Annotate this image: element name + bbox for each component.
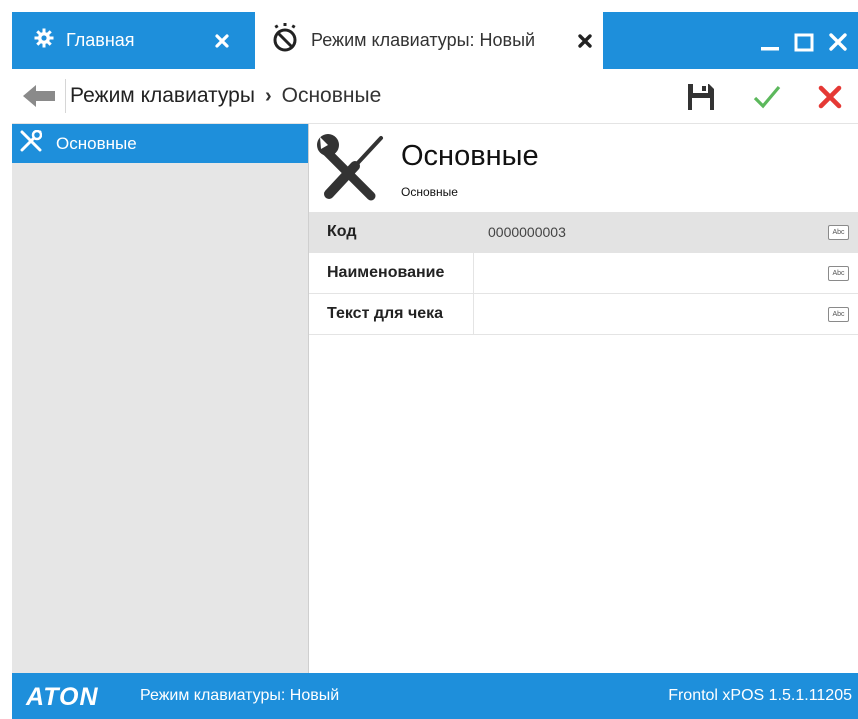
main-panel: Основные Основные Код 0000000003 Abc Наи… bbox=[309, 124, 858, 673]
breadcrumb-toolbar: Режим клавиатуры › Основные bbox=[12, 69, 858, 124]
breadcrumb-current: Основные bbox=[281, 84, 382, 107]
field-row-naimenovanie: Наименование Abc bbox=[309, 253, 858, 294]
tools-icon bbox=[315, 132, 389, 206]
tools-icon bbox=[20, 129, 43, 157]
field-row-tekst-dlya-cheka: Текст для чека Abc bbox=[309, 294, 858, 335]
tab-home-close-icon[interactable] bbox=[210, 29, 234, 53]
field-value-kod[interactable]: 0000000003 bbox=[474, 224, 858, 240]
save-icon[interactable] bbox=[685, 81, 717, 113]
tab-home[interactable]: Главная bbox=[12, 12, 240, 69]
tab-keyboard-mode[interactable]: Режим клавиатуры: Новый bbox=[255, 12, 603, 69]
field-label-tekst-dlya-cheka: Текст для чека bbox=[309, 294, 474, 334]
minimize-icon[interactable] bbox=[758, 30, 782, 54]
apply-checkmark-icon[interactable] bbox=[751, 81, 783, 113]
section-header: Основные Основные bbox=[309, 124, 858, 212]
close-window-icon[interactable] bbox=[826, 30, 850, 54]
title-bar: Главная Режим клавиатуры: Новый bbox=[12, 12, 858, 69]
app-window: Главная Режим клавиатуры: Новый Режим кл… bbox=[0, 0, 858, 719]
abc-keyboard-icon[interactable]: Abc bbox=[828, 266, 849, 281]
section-subtitle: Основные bbox=[401, 185, 458, 199]
breadcrumb: Режим клавиатуры › Основные bbox=[70, 84, 381, 108]
back-arrow-icon[interactable] bbox=[22, 84, 56, 108]
aton-logo: ATON bbox=[26, 683, 99, 711]
timer-off-icon bbox=[271, 23, 299, 58]
field-label-kod: Код bbox=[309, 212, 474, 252]
field-row-kod: Код 0000000003 Abc bbox=[309, 212, 858, 253]
field-label-naimenovanie: Наименование bbox=[309, 253, 474, 293]
status-bar: ATON Режим клавиатуры: Новый Frontol xPO… bbox=[12, 673, 858, 719]
toolbar-divider bbox=[65, 79, 66, 113]
tab-keyboard-mode-close-icon[interactable] bbox=[573, 29, 597, 53]
gear-icon bbox=[34, 28, 54, 53]
sidebar-item-label: Основные bbox=[56, 133, 137, 153]
breadcrumb-separator: › bbox=[264, 84, 272, 107]
abc-keyboard-icon[interactable]: Abc bbox=[828, 307, 849, 322]
tab-home-label: Главная bbox=[66, 30, 135, 50]
maximize-icon[interactable] bbox=[792, 30, 816, 54]
tab-keyboard-mode-label: Режим клавиатуры: Новый bbox=[311, 30, 536, 50]
status-mode: Режим клавиатуры: Новый bbox=[140, 687, 340, 704]
abc-keyboard-icon[interactable]: Abc bbox=[828, 225, 849, 240]
status-version: Frontol xPOS 1.5.1.11205 bbox=[668, 687, 852, 704]
window-controls bbox=[758, 30, 850, 54]
sidebar-item-osnovnye[interactable]: Основные bbox=[12, 124, 308, 163]
breadcrumb-parent[interactable]: Режим клавиатуры bbox=[70, 84, 255, 108]
section-title: Основные bbox=[401, 140, 539, 172]
sidebar: Основные bbox=[12, 124, 309, 673]
cancel-icon[interactable] bbox=[814, 81, 846, 113]
